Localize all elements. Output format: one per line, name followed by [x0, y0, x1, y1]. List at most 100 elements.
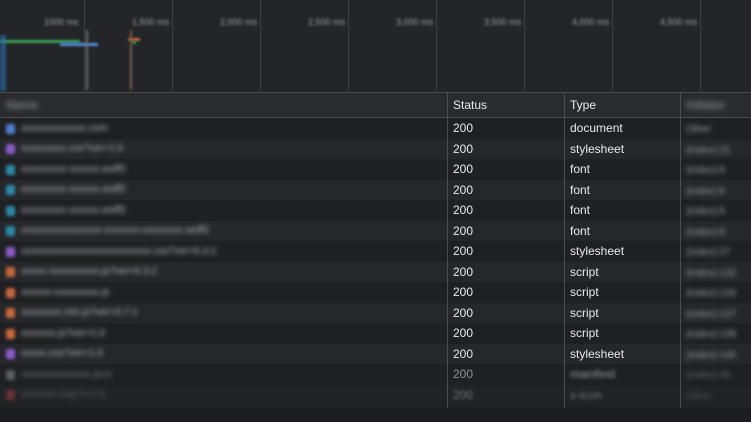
network-overview-timeline[interactable]: 1000 ms 1,500 ms 2,000 ms 2,500 ms 3,000 ms 3…: [0, 0, 751, 93]
initiator-link[interactable]: (index):8: [686, 182, 725, 201]
request-name-cell[interactable]: xxxxxxxxx.css?ver=1.0: [0, 139, 447, 160]
initiator-link[interactable]: Other: [686, 120, 711, 139]
type-cell: stylesheet: [570, 141, 625, 156]
initiator-link[interactable]: (index):27: [686, 243, 730, 262]
table-row[interactable]: xxxxxxx.js?ver=1.0 200 script (index):138: [0, 323, 751, 344]
request-name-cell[interactable]: xxxxxx-xxxxxxxxx.js: [0, 282, 447, 303]
type-cell: font: [570, 162, 591, 176]
timeline-tick-label: 2,000 ms: [220, 17, 258, 27]
request-name-cell[interactable]: xxxxxxxxxxxxx.com: [0, 118, 447, 139]
request-name-cell[interactable]: xxxxxxxxxxxxxx.json: [0, 364, 447, 385]
font-icon: [6, 185, 15, 196]
initiator-link[interactable]: (index):138: [686, 325, 736, 344]
request-name: xxxxxxxxxxxxxxxxxxxxxxxxxx.css?ver=6.3.2: [21, 245, 217, 257]
initiator-link[interactable]: (index):21: [686, 141, 730, 160]
column-divider[interactable]: [680, 93, 681, 408]
initiator-cell[interactable]: (index):137: [680, 303, 751, 324]
waterfall-line-marker-2: [130, 30, 132, 90]
initiator-cell[interactable]: (index):8: [680, 200, 751, 221]
initiator-link[interactable]: (index):8: [686, 161, 725, 180]
initiator-cell[interactable]: (index):8: [680, 221, 751, 242]
table-row[interactable]: xxxxxxxxxxxxxx.json 200 manifest (index):45: [0, 364, 751, 385]
column-header-status[interactable]: Status: [447, 93, 564, 117]
initiator-cell[interactable]: Other: [680, 118, 751, 139]
timeline-tick-label: 3,500 ms: [484, 17, 522, 27]
type-cell: manifest: [570, 367, 616, 381]
initiator-cell[interactable]: Other: [680, 385, 751, 406]
request-name-cell[interactable]: xxxxx.css?ver=1.0: [0, 344, 447, 365]
column-divider[interactable]: [447, 93, 448, 408]
request-name: xxxxxxxx.min.js?ver=3.7.1: [21, 307, 138, 319]
request-name-cell[interactable]: xxxxx-xxxxxxxxxx.js?ver=6.3.2: [0, 262, 447, 283]
request-name-cell[interactable]: xxxxxxxxx-xxxxxx.woff2: [0, 159, 447, 180]
request-name-cell[interactable]: xxxxxxxx.min.js?ver=3.7.1: [0, 303, 447, 324]
initiator-cell[interactable]: (index):45: [680, 364, 751, 385]
initiator-cell[interactable]: (index):138: [680, 323, 751, 344]
table-row[interactable]: xxxxxx-xxxxxxxxx.js 200 script (index):134: [0, 282, 751, 303]
initiator-cell[interactable]: (index):140: [680, 344, 751, 365]
initiator-cell[interactable]: (index):132: [680, 262, 751, 283]
timeline-tick-label: 1,500 ms: [132, 17, 170, 27]
table-row[interactable]: xxxxxxxxxxxxxxxxxxxxxxxxxx.css?ver=6.3.2…: [0, 241, 751, 262]
image-icon: [6, 390, 15, 401]
request-name-cell[interactable]: xxxxxxxxxxxxxxxx-xxxxxxx-xxxxxxxx.woff2: [0, 221, 447, 242]
type-cell: font: [570, 203, 591, 217]
initiator-link[interactable]: (index):8: [686, 202, 725, 221]
stylesheet-icon: [6, 349, 15, 360]
status-cell: 200: [453, 285, 474, 299]
waterfall-bar-green-2: [132, 41, 136, 44]
column-header-name[interactable]: Name: [0, 93, 447, 117]
status-cell: 200: [453, 387, 474, 402]
table-row[interactable]: xxxxxxxxx-xxxxxx.woff2 200 font (index):8: [0, 159, 751, 180]
initiator-cell[interactable]: (index):8: [680, 180, 751, 201]
request-name: xxxxxxxxxxxxxx.json: [21, 368, 113, 380]
initiator-link[interactable]: Other: [686, 387, 711, 406]
table-row[interactable]: xxxxxxxxx-xxxxxx.woff2 200 font (index):8: [0, 200, 751, 221]
initiator-cell[interactable]: (index):21: [680, 139, 751, 160]
request-name-cell[interactable]: xxxxxxx.js?ver=1.0: [0, 323, 447, 344]
timeline-gridline: [436, 0, 437, 92]
table-row[interactable]: xxxxx.css?ver=1.0 200 stylesheet (index):14…: [0, 343, 751, 365]
request-name-cell[interactable]: xxxxxxxxx-xxxxxx.woff2: [0, 200, 447, 221]
request-name-cell[interactable]: xxxxxxxxxxxxxxxxxxxxxxxxxx.css?ver=6.3.2: [0, 241, 447, 262]
stylesheet-icon: [6, 246, 15, 257]
initiator-cell[interactable]: (index):27: [680, 241, 751, 262]
request-name: xxxxxxxxx-xxxxxx.woff2: [21, 163, 126, 175]
timeline-tick-label: 4,500 ms: [660, 17, 698, 27]
type-cell: script: [570, 305, 599, 320]
initiator-link[interactable]: (index):134: [686, 284, 736, 303]
initiator-link[interactable]: (index):140: [686, 346, 736, 365]
column-header-initiator[interactable]: Initiator: [680, 93, 751, 117]
table-row[interactable]: xxxxxxxxx.css?ver=1.0 200 stylesheet (index…: [0, 138, 751, 160]
table-row[interactable]: xxxxx-xxxxxxxxxx.js?ver=6.3.2 200 script (i…: [0, 261, 751, 283]
initiator-link[interactable]: (index):45: [686, 366, 730, 385]
request-name-cell[interactable]: xxxxxxx.svg?v=1.0: [0, 385, 447, 406]
table-row[interactable]: xxxxxxxxxxxxx.com 200 document Other: [0, 118, 751, 139]
status-cell: 200: [453, 244, 474, 258]
initiator-link[interactable]: (index):132: [686, 264, 736, 283]
table-row[interactable]: xxxxxxx.svg?v=1.0 200 x-icon Other: [0, 384, 751, 406]
timeline-gridline: [348, 0, 349, 92]
timeline-gridline: [524, 0, 525, 92]
request-name-cell[interactable]: xxxxxxxxx-xxxxxx.woff2: [0, 180, 447, 201]
initiator-link[interactable]: (index):8: [686, 223, 725, 242]
type-cell: font: [570, 223, 591, 238]
status-cell: 200: [453, 346, 474, 361]
initiator-link[interactable]: (index):137: [686, 305, 736, 324]
table-row[interactable]: xxxxxxxxxxxxxxxx-xxxxxxx-xxxxxxxx.woff2 2…: [0, 220, 751, 242]
waterfall-bar-blue-2: [0, 35, 6, 91]
initiator-cell[interactable]: (index):134: [680, 282, 751, 303]
type-cell: stylesheet: [570, 346, 625, 361]
table-row[interactable]: xxxxxxxx.min.js?ver=3.7.1 200 script (index…: [0, 302, 751, 324]
font-icon: [6, 205, 15, 216]
type-cell: script: [570, 264, 599, 279]
timeline-tick-label: 1000 ms: [44, 17, 79, 27]
column-header-type[interactable]: Type: [564, 93, 680, 117]
status-cell: 200: [453, 305, 474, 320]
timeline-gridline: [700, 0, 701, 92]
initiator-cell[interactable]: (index):8: [680, 159, 751, 180]
waterfall-bar-blue: [60, 43, 98, 46]
network-table-header: Name Status Type Initiator: [0, 93, 751, 118]
column-divider[interactable]: [564, 93, 565, 408]
table-row[interactable]: xxxxxxxxx-xxxxxx.woff2 200 font (index):8: [0, 179, 751, 201]
